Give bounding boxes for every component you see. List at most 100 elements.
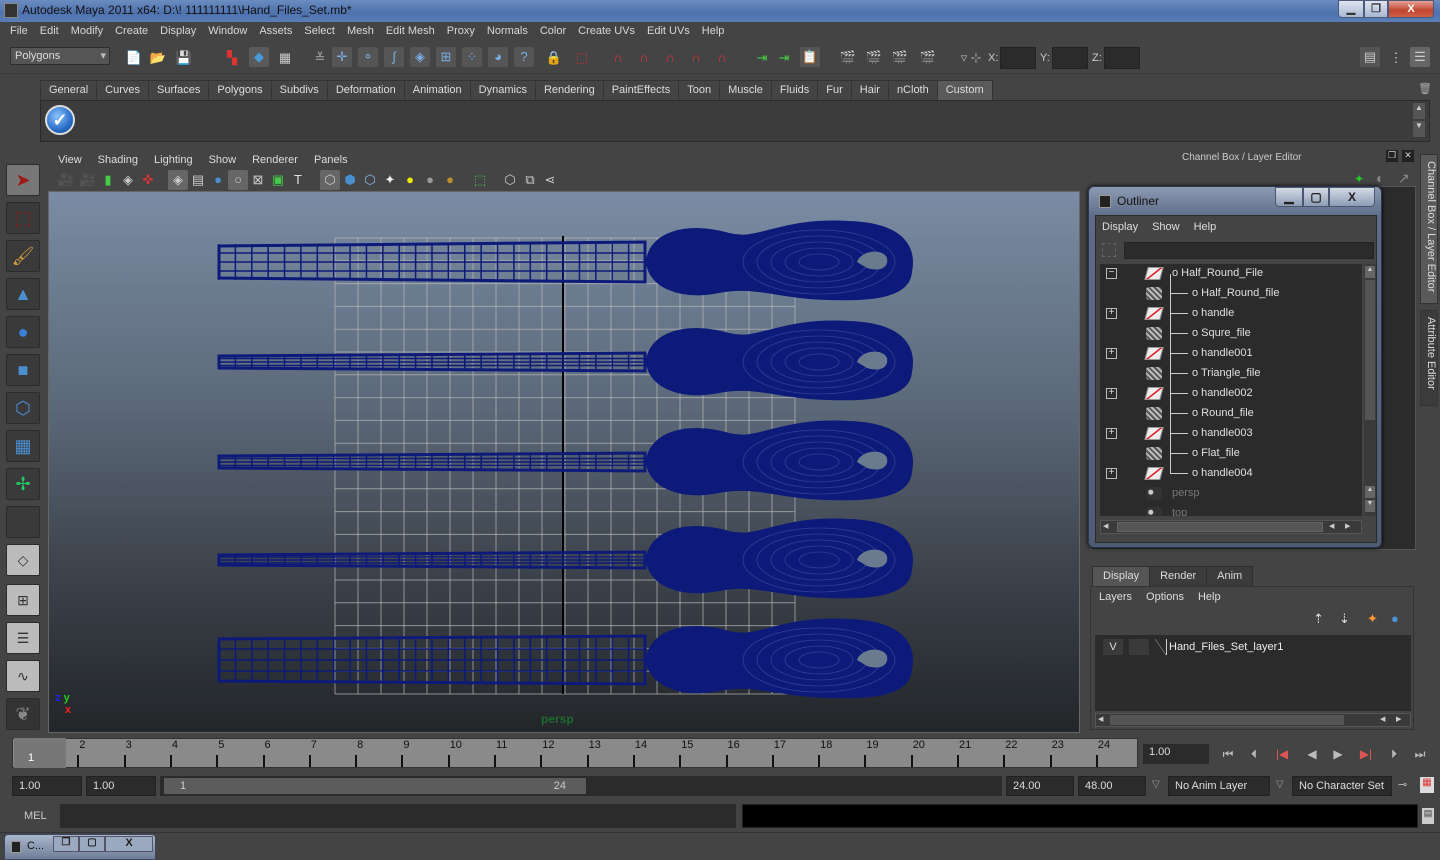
show-manipulator-icon[interactable]: ✢ — [6, 468, 40, 500]
go-to-end-icon[interactable]: ⏭ — [1410, 744, 1430, 764]
snap-to-point-icon[interactable]: ∩ — [660, 48, 680, 68]
menu-create-uvs[interactable]: Create UVs — [572, 22, 641, 42]
universal-manipulator-icon[interactable]: ⬡ — [6, 392, 40, 424]
outliner-item[interactable]: + o handle — [1100, 294, 1362, 324]
safe-action-icon[interactable]: ▣ — [268, 170, 288, 190]
perspective-viewport[interactable]: z y x persp — [48, 191, 1080, 733]
soft-modification-tool-icon[interactable]: ▦ — [6, 430, 40, 462]
select-by-component-icon[interactable]: ▦ — [275, 48, 295, 68]
wireframe-icon[interactable]: ⬡ — [320, 170, 340, 190]
shelf-tab-muscle[interactable]: Muscle — [719, 80, 772, 100]
menu-file[interactable]: File — [4, 22, 34, 42]
step-back-key-icon[interactable]: |◀ — [1272, 744, 1292, 764]
shelf-scroll-up-icon[interactable]: ▲ — [1413, 103, 1425, 119]
move-layer-up-icon[interactable]: ⇡ — [1313, 611, 1324, 627]
select-joints-icon[interactable]: ⚬ — [358, 47, 378, 67]
layer-row[interactable]: V Hand_Files_Set_layer1 — [1099, 639, 1399, 657]
mel-input[interactable] — [60, 804, 736, 828]
snap-to-view-plane-icon[interactable]: ∩ — [686, 48, 706, 68]
make-live-icon[interactable]: ∩ — [712, 48, 732, 68]
menu-proxy[interactable]: Proxy — [441, 22, 481, 42]
absolute-transform-icon[interactable]: ⊹ — [966, 48, 986, 68]
play-backwards-icon[interactable]: ◀ — [1302, 744, 1322, 764]
shelf-trash-icon[interactable]: 🗑 — [1418, 82, 1432, 96]
playback-start-field[interactable]: 1.00 — [86, 776, 156, 796]
menu-edit-uvs[interactable]: Edit UVs — [641, 22, 696, 42]
snap-to-grid-icon[interactable]: ∩ — [608, 48, 628, 68]
select-by-object-icon[interactable]: ◆ — [249, 47, 269, 67]
snap-to-curve-icon[interactable]: ∩ — [634, 48, 654, 68]
panel-menu-lighting[interactable]: Lighting — [146, 152, 201, 170]
shelf-tab-deformation[interactable]: Deformation — [326, 80, 405, 100]
paint-select-tool-icon[interactable]: 🖌 — [6, 240, 40, 272]
play-forwards-icon[interactable]: ▶ — [1328, 744, 1348, 764]
start-time-field[interactable]: 1.00 — [12, 776, 82, 796]
create-layer-from-selected-icon[interactable]: ● — [1391, 611, 1399, 626]
outliner-item[interactable]: o Half_Round_file — [1100, 274, 1362, 304]
lock-selection-icon[interactable]: 🔒 — [544, 48, 564, 68]
outliner-item[interactable]: + o handle002 — [1100, 374, 1362, 404]
outliner-item[interactable]: + o handle004 — [1100, 454, 1362, 484]
tab-attribute-editor[interactable]: Attribute Editor — [1420, 310, 1438, 406]
y-field[interactable] — [1052, 47, 1088, 69]
ipr-render-icon[interactable]: 🎬 — [890, 48, 910, 68]
manipulator-axis-icon[interactable]: ✦ — [1354, 172, 1364, 186]
end-time-field[interactable]: 48.00 — [1078, 776, 1146, 796]
select-camera-icon[interactable]: 🎥 — [56, 170, 76, 190]
z-field[interactable] — [1104, 47, 1140, 69]
use-all-lights-icon[interactable]: ● — [400, 170, 420, 190]
minimize-button[interactable]: ▁ — [1338, 0, 1364, 18]
high-quality-icon[interactable]: ● — [440, 170, 460, 190]
mask-dropdown-icon[interactable]: ≚ — [310, 48, 330, 68]
scroll-left-icon[interactable]: ◀ — [1103, 522, 1113, 532]
select-misc-icon[interactable]: ? — [514, 47, 534, 67]
layer-horizontal-scrollbar[interactable]: ◀ ◀ ▶ — [1095, 713, 1411, 727]
step-back-frame-icon[interactable]: ⏴ — [1244, 744, 1264, 764]
menu-color[interactable]: Color — [534, 22, 572, 42]
menu-display[interactable]: Display — [154, 22, 202, 42]
expand-icon[interactable]: + — [1106, 468, 1117, 479]
select-handles-icon[interactable]: ✛ — [332, 47, 352, 67]
outliner-filter-icon[interactable] — [1102, 243, 1116, 257]
isolate-select-icon[interactable]: ⬚ — [470, 170, 490, 190]
current-frame-marker[interactable]: 1 — [14, 738, 66, 768]
shelf-tab-dynamics[interactable]: Dynamics — [469, 80, 536, 100]
select-tool-icon[interactable]: ➤ — [6, 164, 40, 196]
attribute-editor-toggle-icon[interactable]: ▤ — [1360, 47, 1380, 67]
outliner-maximize-button[interactable]: ▢ — [1303, 187, 1329, 207]
menu-create[interactable]: Create — [109, 22, 154, 42]
layer-hscroll-thumb[interactable] — [1110, 715, 1344, 725]
outliner-item[interactable]: + o handle001 — [1100, 334, 1362, 364]
outliner-persp-layout-icon[interactable]: ☰ — [6, 622, 40, 654]
scroll-left-icon[interactable]: ◀ — [1098, 715, 1103, 723]
maximize-button[interactable]: ❐ — [1364, 0, 1388, 18]
channel-box-toggle-icon[interactable]: ☰ — [1410, 47, 1430, 67]
scroll-right-icon[interactable]: ▶ — [1396, 715, 1401, 723]
move-layer-down-icon[interactable]: ⇣ — [1339, 611, 1350, 627]
shelf-tab-custom[interactable]: Custom — [936, 80, 993, 100]
menu-select[interactable]: Select — [298, 22, 341, 42]
range-slider-handle[interactable]: 1 24 — [164, 778, 586, 794]
panel-menu-show[interactable]: Show — [201, 152, 245, 170]
outliner-item[interactable]: o Flat_file — [1100, 434, 1362, 464]
shelf-tab-fur[interactable]: Fur — [817, 80, 852, 100]
shelf-tab-animation[interactable]: Animation — [403, 80, 471, 100]
layer-visibility-toggle[interactable]: V — [1103, 639, 1123, 655]
outliner-filter-input[interactable] — [1124, 242, 1374, 259]
menu-edit-mesh[interactable]: Edit Mesh — [380, 22, 441, 42]
outliner-item[interactable]: + o handle003 — [1100, 414, 1362, 444]
shelf-scroll-down-icon[interactable]: ▼ — [1413, 121, 1425, 137]
safe-title-icon[interactable]: T — [288, 170, 308, 190]
graph-persp-layout-icon[interactable]: ∿ — [6, 660, 40, 692]
dock-float-icon[interactable]: ❐ — [1386, 150, 1398, 162]
scroll-up-icon[interactable]: ▲ — [1365, 486, 1375, 498]
outliner-hscroll-thumb[interactable] — [1117, 522, 1323, 532]
outliner-vertical-scrollbar[interactable]: ▲ ▲ ▼ — [1364, 264, 1376, 516]
shelf-tab-general[interactable]: General — [40, 80, 98, 100]
animation-preferences-icon[interactable]: ▦ — [1420, 777, 1434, 793]
gate-mask-icon[interactable]: ○ — [228, 170, 248, 190]
output-connections-icon[interactable]: ⇥ — [774, 48, 794, 68]
layer-tab-render[interactable]: Render — [1149, 566, 1208, 586]
go-to-start-icon[interactable]: ⏮ — [1218, 744, 1238, 764]
collapse-icon[interactable]: − — [1106, 268, 1117, 279]
